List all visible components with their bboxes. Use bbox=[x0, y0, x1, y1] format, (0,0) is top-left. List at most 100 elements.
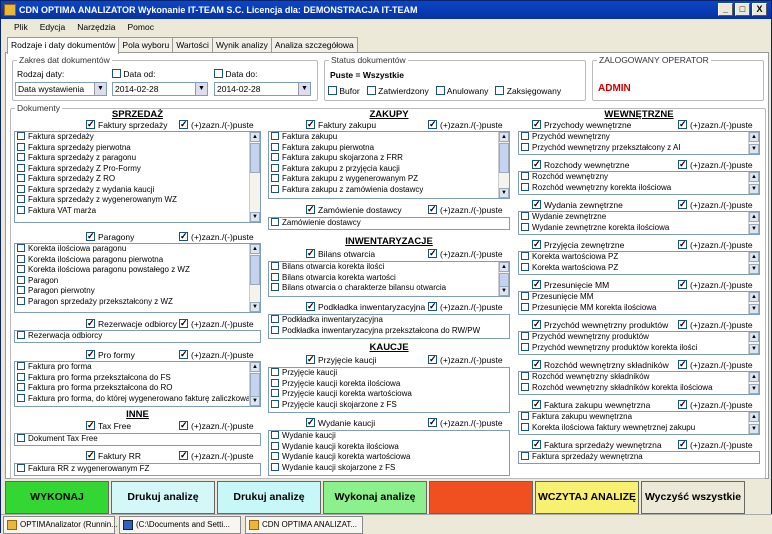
flag-checkbox-deposit-in[interactable] bbox=[428, 353, 437, 365]
flag-checkbox-sales-invoices[interactable] bbox=[179, 118, 188, 130]
item-checkbox[interactable] bbox=[271, 163, 279, 172]
scroll-down-icon[interactable]: ▼ bbox=[749, 304, 759, 314]
item-checkbox[interactable] bbox=[521, 452, 529, 460]
list-item[interactable]: Faktura sprzedaży z wydania kaucji bbox=[15, 184, 260, 196]
item-checkbox[interactable] bbox=[271, 262, 279, 270]
run-analysis-button[interactable]: Wykonaj analizę bbox=[323, 481, 427, 514]
item-checkbox[interactable] bbox=[271, 389, 279, 397]
list-item[interactable]: Faktura sprzedaży z wygenerowanym WZ bbox=[15, 195, 260, 206]
list-internal-2[interactable]: Wydanie zewnętrzne Wydanie zewnętrzne kor… bbox=[518, 211, 760, 235]
item-checkbox[interactable] bbox=[271, 283, 279, 291]
status-bufor-checkbox[interactable] bbox=[328, 86, 337, 95]
item-checkbox[interactable] bbox=[17, 132, 25, 140]
list-item[interactable]: Dokument Tax Free bbox=[15, 434, 260, 445]
list-item[interactable]: Rozchód wewnętrzny składników korekta il… bbox=[519, 382, 759, 394]
list-item[interactable]: Bilans otwarcia o charakterze bilansu ot… bbox=[269, 283, 509, 294]
list-item[interactable]: Korekta ilościowa paragonu bbox=[15, 244, 260, 255]
item-checkbox[interactable] bbox=[17, 383, 25, 391]
item-checkbox[interactable] bbox=[271, 368, 279, 376]
item-checkbox[interactable] bbox=[17, 205, 25, 214]
scroll-down-icon[interactable]: ▼ bbox=[250, 396, 260, 406]
list-item[interactable]: Faktura sprzedaży pierwotna bbox=[15, 142, 260, 154]
scroll-down-icon[interactable]: ▼ bbox=[499, 188, 509, 198]
vertical-scrollbar[interactable]: ▲ ▼ bbox=[748, 212, 759, 234]
item-checkbox[interactable] bbox=[521, 412, 529, 420]
scroll-up-icon[interactable]: ▲ bbox=[250, 244, 260, 254]
item-checkbox[interactable] bbox=[271, 142, 279, 151]
tab-analysis-result[interactable]: Wynik analizy bbox=[211, 37, 272, 53]
menu-edit[interactable]: Edycja bbox=[37, 19, 69, 36]
item-checkbox[interactable] bbox=[271, 153, 279, 161]
scroll-down-icon[interactable]: ▼ bbox=[749, 144, 759, 154]
list-item[interactable]: Wydanie kaucji korekta ilościowa bbox=[269, 441, 509, 453]
scroll-up-icon[interactable]: ▲ bbox=[499, 132, 509, 142]
scroll-thumb[interactable] bbox=[250, 255, 260, 285]
group-checkbox-internal-3[interactable] bbox=[532, 238, 541, 250]
list-item[interactable]: Paragon pierwotny bbox=[15, 286, 260, 297]
group-checkbox-internal-6[interactable] bbox=[532, 358, 541, 370]
item-checkbox[interactable] bbox=[17, 142, 25, 151]
list-item[interactable]: Faktura zakupu skojarzona z FRR bbox=[269, 153, 509, 164]
item-checkbox[interactable] bbox=[17, 372, 25, 381]
list-item[interactable]: Faktura sprzedaży Z Pro-Formy bbox=[15, 163, 260, 175]
list-item[interactable]: Korekta wartościowa PZ bbox=[519, 252, 759, 263]
list-deposit-out[interactable]: Wydanie kaucji Wydanie kaucji korekta ilo… bbox=[268, 430, 510, 476]
list-item[interactable]: Faktura pro forma przekształcona do RO bbox=[15, 383, 260, 394]
list-item[interactable]: Faktura zakupu pierwotna bbox=[269, 142, 509, 154]
item-checkbox[interactable] bbox=[271, 184, 279, 193]
chevron-down-icon[interactable]: ▼ bbox=[195, 83, 207, 95]
menu-file[interactable]: Plik bbox=[11, 19, 31, 36]
item-checkbox[interactable] bbox=[17, 275, 25, 284]
item-checkbox[interactable] bbox=[17, 286, 25, 294]
item-checkbox[interactable] bbox=[521, 332, 529, 340]
taskbar-item-explorer[interactable]: (C:\Documents and Setti... bbox=[119, 516, 241, 534]
list-internal-7[interactable]: Faktura zakupu wewnętrzna Korekta ilościo… bbox=[518, 411, 760, 435]
list-internal-5[interactable]: Przychód wewnętrzny produktów Przychód we… bbox=[518, 331, 760, 355]
scroll-down-icon[interactable]: ▼ bbox=[250, 212, 260, 222]
list-item[interactable]: Faktura pro forma, do której wygenerowan… bbox=[15, 393, 260, 405]
list-item[interactable]: Korekta wartościowa PZ bbox=[519, 262, 759, 274]
list-item[interactable]: Przyjęcie kaucji bbox=[269, 368, 509, 379]
vertical-scrollbar[interactable]: ▲ ▼ bbox=[249, 362, 260, 406]
scroll-thumb[interactable] bbox=[250, 143, 260, 173]
item-checkbox[interactable] bbox=[521, 252, 529, 260]
flag-checkbox-internal-0[interactable] bbox=[678, 118, 687, 130]
item-checkbox[interactable] bbox=[271, 174, 279, 182]
scroll-up-icon[interactable]: ▲ bbox=[749, 332, 759, 342]
list-internal-3[interactable]: Korekta wartościowa PZ Korekta wartościow… bbox=[518, 251, 760, 275]
item-checkbox[interactable] bbox=[521, 222, 529, 231]
item-checkbox[interactable] bbox=[271, 452, 279, 460]
date-from-checkbox[interactable] bbox=[112, 69, 121, 78]
load-analysis-button[interactable]: WCZYTAJ ANALIZĘ bbox=[535, 481, 639, 514]
taskbar-item-optima[interactable]: CDN OPTIMA ANALIZAT... bbox=[245, 516, 363, 534]
item-checkbox[interactable] bbox=[271, 431, 279, 439]
taskbar-item-analizator[interactable]: OPTIMAnalizator (Runnin... bbox=[3, 516, 118, 534]
item-checkbox[interactable] bbox=[521, 372, 529, 380]
item-checkbox[interactable] bbox=[17, 331, 25, 339]
print-analysis-button-2[interactable]: Drukuj analizę bbox=[217, 481, 321, 514]
flag-checkbox-taxfree[interactable] bbox=[179, 419, 188, 431]
scroll-down-icon[interactable]: ▼ bbox=[499, 286, 509, 296]
list-item[interactable]: Przychód wewnętrzny bbox=[519, 132, 759, 143]
date-to-checkbox[interactable] bbox=[214, 69, 223, 78]
vertical-scrollbar[interactable]: ▲ ▼ bbox=[249, 132, 260, 222]
item-checkbox[interactable] bbox=[17, 265, 25, 273]
group-checkbox-reservations[interactable] bbox=[86, 317, 95, 329]
group-checkbox-supplier-orders[interactable] bbox=[306, 203, 315, 215]
execute-button[interactable]: WYKONAJ bbox=[5, 481, 109, 514]
item-checkbox[interactable] bbox=[271, 272, 279, 281]
flag-checkbox-opening-balance[interactable] bbox=[428, 247, 437, 259]
item-checkbox[interactable] bbox=[271, 132, 279, 140]
list-item[interactable]: Korekta ilościowa paragonu pierwotna bbox=[15, 254, 260, 266]
vertical-scrollbar[interactable]: ▲ ▼ bbox=[748, 252, 759, 274]
item-checkbox[interactable] bbox=[271, 218, 279, 226]
scroll-down-icon[interactable]: ▼ bbox=[749, 384, 759, 394]
list-item[interactable]: Paragon sprzedaży przekształcony z WZ bbox=[15, 296, 260, 308]
group-checkbox-internal-2[interactable] bbox=[532, 198, 541, 210]
group-checkbox-inventory-sheet[interactable] bbox=[306, 300, 315, 312]
flag-checkbox-reservations[interactable] bbox=[179, 317, 188, 329]
vertical-scrollbar[interactable]: ▲ ▼ bbox=[498, 262, 509, 296]
item-checkbox[interactable] bbox=[521, 182, 529, 191]
scroll-up-icon[interactable]: ▲ bbox=[499, 262, 509, 272]
flag-checkbox-internal-4[interactable] bbox=[678, 278, 687, 290]
